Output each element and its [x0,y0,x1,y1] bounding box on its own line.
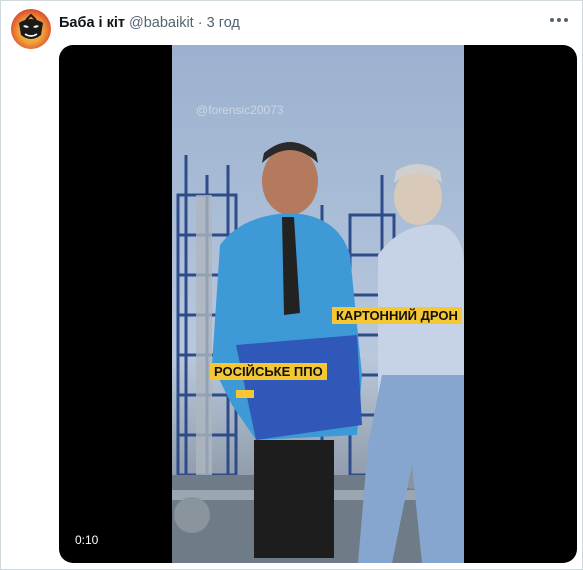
caption-cardboard-drone: КАРТОННИЙ ДРОН [332,307,462,324]
more-options-button[interactable] [546,11,572,33]
timestamp[interactable]: 3 год [207,15,240,31]
video-player[interactable]: @forensic20073 КАРТОННИЙ ДРОН РОСІЙСЬКЕ … [59,45,577,563]
video-duration: 0:10 [69,529,105,551]
tweet-header: Баба і кіт @babaikit · 3 год [11,9,574,49]
avatar[interactable] [11,9,51,49]
video-watermark: @forensic20073 [196,103,284,117]
separator-dot: · [197,15,203,31]
user-handle[interactable]: @babaikit [129,15,194,31]
mask-icon [19,13,43,39]
tweet-card[interactable]: Баба і кіт @babaikit · 3 год @forensic20… [0,0,583,570]
display-name[interactable]: Баба і кіт [59,15,125,31]
user-line: Баба і кіт @babaikit · 3 год [59,13,240,33]
caption-russian-air-defense: РОСІЙСЬКЕ ППО [210,363,327,380]
video-scene [172,142,464,563]
more-horizontal-icon [550,18,568,22]
video-frame[interactable]: @forensic20073 КАРТОННИЙ ДРОН РОСІЙСЬКЕ … [172,45,464,563]
